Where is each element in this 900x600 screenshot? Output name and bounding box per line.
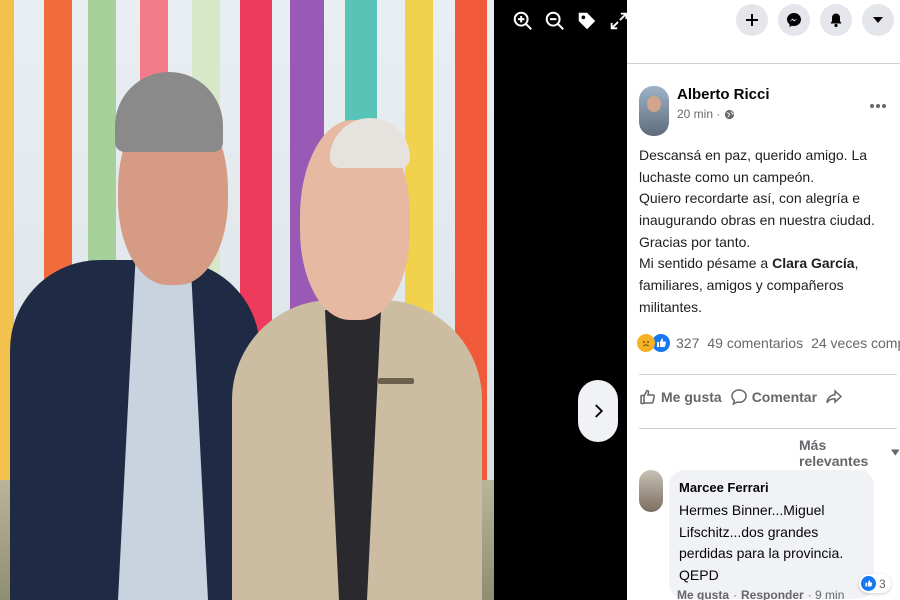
zoom-in-icon[interactable] — [510, 8, 536, 34]
post-time[interactable]: 20 min · — [677, 107, 720, 121]
reactions-count[interactable]: 327 — [676, 335, 699, 351]
jacket-logo — [378, 378, 414, 384]
comment: Marcee Ferrari Hermes Binner...Miguel Li… — [639, 470, 900, 599]
viewer-toolbar — [510, 8, 627, 34]
photo-viewer — [0, 0, 627, 600]
comment-reactions[interactable]: 3 — [859, 574, 891, 593]
commenter-name[interactable]: Marcee Ferrari — [679, 480, 864, 495]
messenger-icon — [787, 13, 801, 27]
comment-reply-button[interactable]: Responder — [741, 588, 804, 600]
shares-count[interactable]: 24 veces compartido — [811, 335, 900, 351]
comment-label: Comentar — [751, 389, 818, 405]
commenter-avatar[interactable] — [639, 470, 663, 512]
tag-icon[interactable] — [574, 8, 600, 34]
share-button[interactable] — [825, 388, 843, 406]
comment-bubble: Marcee Ferrari Hermes Binner...Miguel Li… — [669, 470, 874, 599]
post-header: Alberto Ricci 20 min · — [639, 86, 895, 136]
post-options-button[interactable] — [869, 96, 887, 114]
post-photo[interactable] — [0, 0, 494, 600]
post-panel: Alberto Ricci 20 min · Descansá en paz, … — [627, 0, 900, 600]
like-reaction-icon — [861, 576, 876, 591]
divider — [639, 428, 897, 429]
comment-text: Hermes Binner...Miguel Lifschitz...dos g… — [679, 502, 844, 584]
author-name[interactable]: Alberto Ricci — [677, 86, 770, 103]
sort-label: Más relevantes — [799, 437, 869, 469]
zoom-out-icon[interactable] — [542, 8, 568, 34]
globe-icon — [725, 109, 735, 119]
share-icon — [826, 389, 843, 404]
divider — [639, 374, 897, 375]
comment-button[interactable]: Comentar — [730, 388, 817, 406]
sad-reaction-icon — [637, 334, 655, 352]
post-line: Mi sentido pésame a Clara García, famili… — [639, 253, 897, 318]
caret-down-icon — [873, 17, 883, 23]
comment-icon — [730, 389, 747, 406]
account-menu-button[interactable] — [862, 4, 894, 36]
messenger-button[interactable] — [778, 4, 810, 36]
create-button[interactable] — [736, 4, 768, 36]
post-line: Quiero recordarte así, con alegría e ina… — [639, 190, 875, 250]
caret-down-icon — [891, 449, 900, 456]
comment-sort-dropdown[interactable]: Más relevantes — [799, 437, 900, 469]
fullscreen-icon[interactable] — [606, 8, 627, 34]
post-actions: Me gusta Comentar — [639, 388, 900, 406]
comment-reaction-count: 3 — [879, 576, 886, 591]
reactions-summary[interactable] — [637, 334, 670, 352]
comments-count[interactable]: 49 comentarios — [707, 335, 803, 351]
author-info: Alberto Ricci 20 min · — [677, 86, 770, 136]
comment-like-button[interactable]: Me gusta — [677, 588, 729, 600]
post-line-prefix: Mi sentido pésame a — [639, 255, 773, 272]
like-button[interactable]: Me gusta — [639, 388, 722, 406]
post-stats: 327 49 comentarios 24 veces compartido — [637, 334, 900, 352]
bell-icon — [830, 13, 842, 28]
top-bar — [627, 0, 900, 64]
comment-time[interactable]: · 9 min — [808, 588, 845, 600]
post-text: Descansá en paz, querido amigo. La lucha… — [639, 145, 897, 319]
author-avatar[interactable] — [639, 86, 669, 136]
post-meta: 20 min · — [677, 107, 770, 121]
notifications-button[interactable] — [820, 4, 852, 36]
tagged-person-link[interactable]: Clara García — [772, 255, 855, 271]
plus-icon — [746, 14, 758, 26]
thumbs-up-icon — [640, 389, 655, 405]
chevron-right-icon — [595, 404, 604, 418]
comment-actions: Me gusta · Responder · 9 min — [677, 588, 844, 600]
separator: · — [733, 588, 738, 600]
more-icon — [870, 104, 886, 108]
like-label: Me gusta — [661, 389, 722, 405]
post-line: Descansá en paz, querido amigo. La lucha… — [639, 147, 868, 185]
next-photo-button[interactable] — [578, 380, 618, 442]
